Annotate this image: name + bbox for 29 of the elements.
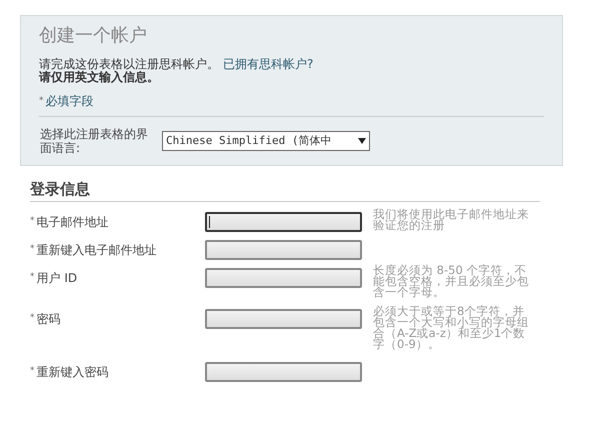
existing-account-link[interactable]: 已拥有思科帐户? (223, 58, 314, 71)
field-label: 电子邮件地址 (36, 214, 108, 231)
language-select[interactable]: Chinese Simplified (简体中 (162, 131, 370, 151)
section-title: 登录信息 (30, 179, 91, 199)
required-marker: * (30, 243, 34, 256)
required-marker: * (39, 95, 44, 108)
text-input[interactable] (205, 309, 362, 329)
text-input[interactable] (205, 240, 362, 260)
field-label: 密码 (36, 311, 60, 328)
language-label: 选择此注册表格的界面语言: (40, 127, 149, 155)
text-input[interactable] (205, 362, 362, 382)
required-marker: * (30, 271, 34, 284)
dropdown-caret-icon (358, 138, 366, 144)
field-label: 重新键入电子邮件地址 (36, 242, 156, 259)
field-hint: 我们将使用此电子邮件地址来验证您的注册 (373, 209, 530, 231)
required-note: 必填字段 (46, 94, 94, 108)
text-cursor (209, 216, 210, 228)
required-marker: * (30, 312, 34, 326)
field-label: 重新键入密码 (36, 364, 108, 381)
required-marker: * (30, 215, 34, 228)
page-title: 创建一个帐户 (39, 24, 148, 48)
required-marker: * (30, 365, 34, 378)
text-input[interactable] (205, 212, 362, 232)
text-input[interactable] (205, 268, 362, 288)
field-label: 用户 ID (36, 270, 78, 287)
english-only-note: 请仅用英文输入信息。 (39, 71, 160, 84)
intro-text: 请完成这份表格以注册思科帐户。 (39, 58, 219, 71)
field-hint: 长度必须为 8-50 个字符，不能包含空格，并且必须至少包含一个字母。 (373, 265, 530, 298)
field-hint: 必须大于或等于8个字符，并包含一个大写和小写的字母组合（A-Z或a-z）和至少1个数字（0-9）。 (373, 306, 530, 350)
